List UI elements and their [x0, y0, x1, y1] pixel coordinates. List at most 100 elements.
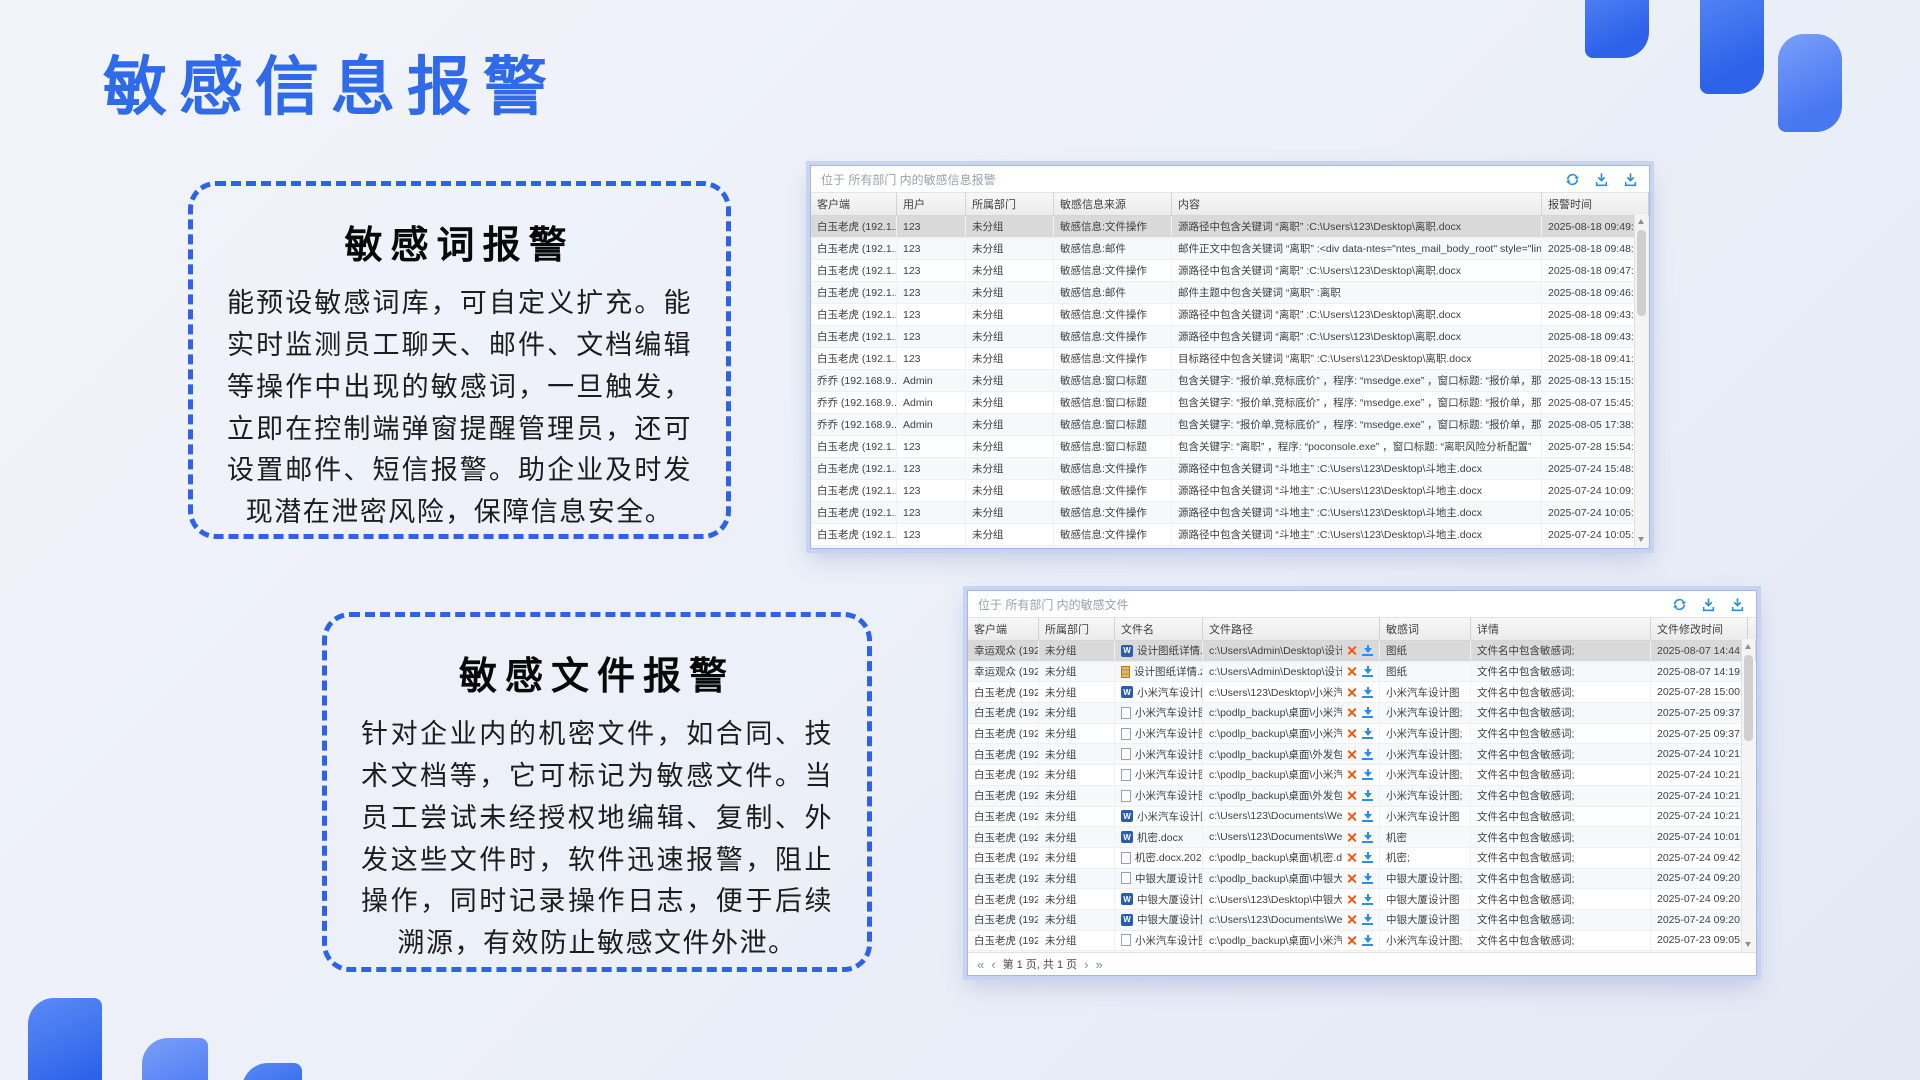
table-row[interactable]: 白玉老虎 (192.1...123未分组敏感信息:文件操作源路径中包含关键词 “…: [811, 216, 1649, 238]
table-row[interactable]: 白玉老虎 (192.1...未分组小米汽车设计图...c:\podlp_back…: [968, 703, 1756, 724]
download-icon[interactable]: [1362, 894, 1373, 905]
last-page-icon[interactable]: »: [1096, 958, 1103, 971]
export-icon[interactable]: [1594, 172, 1610, 187]
remove-icon[interactable]: [1346, 645, 1357, 656]
download-icon[interactable]: [1362, 645, 1373, 656]
scrollbar-thumb[interactable]: [1744, 655, 1753, 741]
download-icon[interactable]: [1362, 769, 1373, 780]
scroll-up-icon[interactable]: [1745, 644, 1751, 649]
table-row[interactable]: 白玉老虎 (192.1...123未分组敏感信息:文件操作源路径中包含关键词 “…: [811, 326, 1649, 348]
remove-icon[interactable]: [1346, 687, 1357, 698]
cell-time: 2025-07-24 10:21:20: [1651, 807, 1748, 827]
scroll-down-icon[interactable]: [1638, 537, 1644, 542]
table-row[interactable]: 白玉老虎 (192.1...123未分组敏感信息:窗口标题包含关键字: “离职”…: [811, 436, 1649, 458]
remove-icon[interactable]: [1346, 790, 1357, 801]
table-row[interactable]: 白玉老虎 (192.1...123未分组敏感信息:文件操作目标路径中包含关键词 …: [811, 348, 1649, 370]
word-file-icon: [1121, 914, 1133, 926]
remove-icon[interactable]: [1346, 707, 1357, 718]
scroll-down-icon[interactable]: [1745, 942, 1751, 947]
table-row[interactable]: 白玉老虎 (192.1...未分组小米汽车设计图...c:\podlp_back…: [968, 931, 1756, 952]
table-row[interactable]: 白玉老虎 (192.1...未分组机密.docx.20250...c:\podl…: [968, 848, 1756, 869]
table-row[interactable]: 白玉老虎 (192.1...未分组中银大厦设计图...c:\Users\123\…: [968, 910, 1756, 931]
remove-icon[interactable]: [1346, 852, 1357, 863]
download-icon[interactable]: [1362, 935, 1373, 946]
table-row[interactable]: 白玉老虎 (192.1...123未分组敏感信息:文件操作源路径中包含关键词 “…: [811, 502, 1649, 524]
cell-detail: 文件名中包含敏感词;: [1471, 931, 1651, 951]
cell-source: 敏感信息:文件操作: [1054, 502, 1172, 523]
column-header[interactable]: 文件修改时间: [1651, 618, 1748, 640]
table-row[interactable]: 乔乔 (192.168.9...Admin未分组敏感信息:窗口标题包含关键字: …: [811, 370, 1649, 392]
column-header[interactable]: 用户: [897, 193, 966, 215]
table-row[interactable]: 白玉老虎 (192.1...未分组中银大厦设计图...c:\Users\123\…: [968, 889, 1756, 910]
remove-icon[interactable]: [1346, 666, 1357, 677]
table-row[interactable]: 白玉老虎 (192.1...123未分组敏感信息:文件操作源路径中包含关键词 “…: [811, 260, 1649, 282]
scroll-up-icon[interactable]: [1638, 219, 1644, 224]
column-header[interactable]: 文件路径: [1203, 618, 1380, 640]
cell-dept: 未分组: [1039, 682, 1115, 702]
table-row[interactable]: 白玉老虎 (192.1...123未分组敏感信息:文件操作源路径中包含关键词 “…: [811, 524, 1649, 546]
cell-user: 123: [897, 326, 966, 347]
column-header[interactable]: 敏感词: [1380, 618, 1471, 640]
table-row[interactable]: 乔乔 (192.168.9...Admin未分组敏感信息:窗口标题包含关键字: …: [811, 414, 1649, 436]
download-icon[interactable]: [1362, 811, 1373, 822]
table-row[interactable]: 乔乔 (192.168.9...Admin未分组敏感信息:窗口标题包含关键字: …: [811, 392, 1649, 414]
scrollbar[interactable]: [1634, 214, 1648, 547]
remove-icon[interactable]: [1346, 769, 1357, 780]
export-icon[interactable]: [1701, 597, 1717, 612]
table-row[interactable]: 白玉老虎 (192.1...123未分组敏感信息:文件操作源路径中包含关键词 “…: [811, 546, 1649, 549]
download-icon[interactable]: [1362, 852, 1373, 863]
download-icon[interactable]: [1362, 666, 1373, 677]
table-row[interactable]: 白玉老虎 (192.1...未分组小米汽车设计图...c:\podlp_back…: [968, 744, 1756, 765]
column-header[interactable]: 详情: [1471, 618, 1651, 640]
download-icon[interactable]: [1362, 914, 1373, 925]
refresh-icon[interactable]: [1565, 172, 1581, 187]
cell-dept: 未分组: [1039, 807, 1115, 827]
first-page-icon[interactable]: «: [977, 958, 984, 971]
refresh-icon[interactable]: [1672, 597, 1688, 612]
download-icon[interactable]: [1362, 707, 1373, 718]
table-row[interactable]: 白玉老虎 (192.1...123未分组敏感信息:文件操作源路径中包含关键词 “…: [811, 480, 1649, 502]
remove-icon[interactable]: [1346, 749, 1357, 760]
remove-icon[interactable]: [1346, 811, 1357, 822]
table-row[interactable]: 白玉老虎 (192.1...123未分组敏感信息:邮件邮件正文中包含关键词 “离…: [811, 238, 1649, 260]
table-row[interactable]: 白玉老虎 (192.1...123未分组敏感信息:文件操作源路径中包含关键词 “…: [811, 458, 1649, 480]
remove-icon[interactable]: [1346, 894, 1357, 905]
download-icon[interactable]: [1362, 728, 1373, 739]
remove-icon[interactable]: [1346, 728, 1357, 739]
download-icon[interactable]: [1362, 749, 1373, 760]
column-header[interactable]: 客户端: [968, 618, 1039, 640]
column-header[interactable]: 所属部门: [1039, 618, 1115, 640]
download-icon[interactable]: [1362, 832, 1373, 843]
download-icon[interactable]: [1362, 687, 1373, 698]
table-row[interactable]: 幸运观众 (192.1...未分组设计图纸详情.zipc:\Users\Admi…: [968, 662, 1756, 683]
table-row[interactable]: 白玉老虎 (192.1...未分组机密.docxc:\Users\123\Doc…: [968, 827, 1756, 848]
download-icon[interactable]: [1730, 597, 1746, 612]
column-header[interactable]: 所属部门: [966, 193, 1054, 215]
column-header[interactable]: 敏感信息来源: [1054, 193, 1172, 215]
download-icon[interactable]: [1362, 873, 1373, 884]
prev-page-icon[interactable]: ‹: [991, 958, 995, 971]
remove-icon[interactable]: [1346, 935, 1357, 946]
remove-icon[interactable]: [1346, 832, 1357, 843]
table-row[interactable]: 白玉老虎 (192.1...未分组小米汽车设计图...c:\podlp_back…: [968, 786, 1756, 807]
column-header[interactable]: 文件名: [1115, 618, 1203, 640]
table-row[interactable]: 白玉老虎 (192.1...未分组小米汽车设计图...c:\podlp_back…: [968, 724, 1756, 745]
cell-client: 白玉老虎 (192.1...: [968, 827, 1039, 847]
download-icon[interactable]: [1623, 172, 1639, 187]
table-row[interactable]: 白玉老虎 (192.1...未分组小米汽车设计图...c:\Users\123\…: [968, 682, 1756, 703]
table-row[interactable]: 白玉老虎 (192.1...123未分组敏感信息:邮件邮件主题中包含关键词 “离…: [811, 282, 1649, 304]
remove-icon[interactable]: [1346, 873, 1357, 884]
column-header[interactable]: 客户端: [811, 193, 897, 215]
column-header[interactable]: 内容: [1172, 193, 1542, 215]
table-row[interactable]: 白玉老虎 (192.1...未分组中银大厦设计图...c:\podlp_back…: [968, 869, 1756, 890]
scrollbar[interactable]: [1741, 639, 1755, 952]
column-header[interactable]: 报警时间: [1542, 193, 1649, 215]
table-row[interactable]: 白玉老虎 (192.1...123未分组敏感信息:文件操作源路径中包含关键词 “…: [811, 304, 1649, 326]
table-row[interactable]: 白玉老虎 (192.1...未分组小米汽车设计图...c:\Users\123\…: [968, 807, 1756, 828]
scrollbar-thumb[interactable]: [1637, 230, 1646, 316]
download-icon[interactable]: [1362, 790, 1373, 801]
table-row[interactable]: 幸运观众 (192.1...未分组设计图纸详情.do...c:\Users\Ad…: [968, 641, 1756, 662]
next-page-icon[interactable]: ›: [1084, 958, 1088, 971]
table-row[interactable]: 白玉老虎 (192.1...未分组小米汽车设计图...c:\podlp_back…: [968, 765, 1756, 786]
remove-icon[interactable]: [1346, 914, 1357, 925]
